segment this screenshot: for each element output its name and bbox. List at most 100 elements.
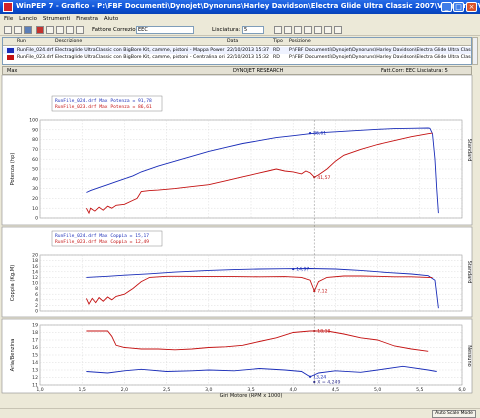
chart-1-icon[interactable]	[274, 26, 282, 34]
y-tick-label: 17	[32, 338, 38, 344]
annotation-label: X = 4,249	[317, 380, 340, 386]
annotation-label: 7,12	[317, 289, 327, 295]
print-icon[interactable]	[24, 26, 32, 34]
right-axis-label: Standard	[466, 139, 472, 162]
y-tick-label: 16	[32, 345, 38, 351]
table-row[interactable]: RunFile_024.drf Electraglide UltraClassi…	[3, 47, 471, 54]
y-tick-label: 10	[32, 281, 38, 287]
x-tick-label: 2,0	[121, 387, 128, 393]
y-tick-label: 30	[32, 186, 38, 192]
chart-6-icon[interactable]	[324, 26, 332, 34]
dyno-chart: 0102030405060708090100Potenza (hp)Standa…	[1, 75, 473, 399]
row-type: RD	[273, 55, 280, 60]
run-file-table: Run Descrizione Data Tipo Posizione RunF…	[2, 37, 472, 65]
x-tick-label: 1,5	[79, 387, 86, 393]
window-title: WinPEP 7 - Grafico - P:\FBF Documenti\Dy…	[16, 2, 480, 10]
x-tick-label: 5,5	[416, 387, 423, 393]
y-tick-label: 15	[32, 353, 38, 359]
chart-panel-3: 111213141516171819Aria/Benzina Nessuno18,…	[1, 318, 473, 399]
y-tick-label: 18	[32, 258, 38, 264]
smoothing-label: Lisciatura:	[212, 27, 241, 33]
legend-entry: RunFile_023.drf Max Potenza = 86,61	[55, 104, 152, 110]
smoothing-select[interactable]: 5	[242, 26, 264, 34]
y-tick-label: 0	[35, 309, 38, 315]
y-tick-label: 12	[32, 375, 38, 381]
y-tick-label: 8	[35, 286, 38, 292]
menu-bar: File Lancio Strumenti Finestra Aiuto	[0, 14, 480, 24]
open-icon[interactable]	[4, 26, 12, 34]
y-tick-label: 12	[32, 275, 38, 281]
annotation-label: 13,24	[313, 374, 326, 380]
run-icon[interactable]	[36, 26, 44, 34]
header-descrizione[interactable]: Descrizione	[55, 38, 115, 46]
save-icon[interactable]	[14, 26, 22, 34]
legend-entry: RunFile_024.drf Max Coppia = 15,17	[55, 233, 149, 239]
y-tick-label: 2	[35, 303, 38, 309]
y-tick-label: 13	[32, 368, 38, 374]
chart-2-icon[interactable]	[284, 26, 292, 34]
auto-scale-button[interactable]: Auto Scale Mode	[432, 410, 476, 418]
header-posizione[interactable]: Posizione	[289, 38, 349, 46]
annotation-marker	[308, 375, 312, 378]
chart-header: Max DYNOJET RESEARCH Fatt.Corr: EEC Lisc…	[2, 66, 472, 75]
y-tick-label: 10	[32, 206, 38, 212]
header-run[interactable]: Run	[17, 38, 53, 46]
close-button[interactable]: ×	[466, 2, 477, 12]
title-bar: WinPEP 7 - Grafico - P:\FBF Documenti\Dy…	[0, 0, 480, 14]
zoom-icon[interactable]	[56, 26, 64, 34]
y-axis-label: Aria/Benzina	[10, 339, 16, 372]
right-axis-label: Nessuno	[466, 345, 472, 366]
row-position: P:\FBF Documenti\Dynojet\Dynoruns\Harley…	[289, 48, 471, 53]
correction-select[interactable]: EEC	[136, 26, 194, 34]
table-header: Run Descrizione Data Tipo Posizione	[3, 38, 471, 46]
y-tick-label: 18	[32, 330, 38, 336]
annotation-label: 41,57	[317, 175, 330, 181]
y-tick-label: 70	[32, 147, 38, 153]
run-color-swatch	[7, 55, 14, 60]
menu-finestra[interactable]: Finestra	[76, 14, 98, 24]
y-tick-label: 14	[32, 269, 38, 275]
chart-7-icon[interactable]	[334, 26, 342, 34]
legend-entry: RunFile_023.drf Max Coppia = 12,49	[55, 239, 149, 245]
header-data[interactable]: Data	[227, 38, 257, 46]
y-tick-label: 90	[32, 127, 38, 133]
y-tick-label: 80	[32, 137, 38, 143]
row-date: 22/10/2013 15:32	[227, 55, 270, 60]
table-row[interactable]: RunFile_023.drf Electraglide UltraClassi…	[3, 54, 471, 61]
chart-header-right: Fatt.Corr: EEC Lisciatura: 5	[381, 68, 448, 74]
app-icon	[3, 2, 13, 12]
annotation-label: 14,97	[296, 267, 309, 273]
table-icon[interactable]	[76, 26, 84, 34]
row-date: 22/10/2013 15:37	[227, 48, 270, 53]
x-tick-label: 5,0	[374, 387, 381, 393]
status-bar: Auto Scale Mode	[0, 408, 480, 418]
menu-lancio[interactable]: Lancio	[19, 14, 37, 24]
row-description: Electraglide UltraClassic con BigBore Ki…	[55, 48, 225, 53]
y-tick-label: 19	[32, 323, 38, 329]
maximize-button[interactable]: □	[453, 2, 464, 12]
minimize-button[interactable]: _	[441, 2, 452, 12]
y-tick-label: 60	[32, 157, 38, 163]
chart-panel-1: 0 10 20 30 40 50 60 70 80 90 100 Potenza (hp) Standa…	[1, 75, 473, 226]
y-axis-label: Coppia (Kg.M)	[10, 265, 16, 302]
y-tick-label: 0	[35, 216, 38, 222]
graph-icon[interactable]	[46, 26, 54, 34]
y-tick-label: 50	[32, 167, 38, 173]
chart-header-left: Max	[7, 68, 18, 74]
x-axis-label: Giri Motore (RPM x 1000)	[220, 393, 283, 399]
y-tick-label: 6	[35, 292, 38, 298]
cursor-icon[interactable]	[66, 26, 74, 34]
menu-file[interactable]: File	[4, 14, 13, 24]
y-axis-label: Potenza (hp)	[10, 153, 16, 186]
row-type: RD	[273, 48, 280, 53]
chart-5-icon[interactable]	[314, 26, 322, 34]
chart-3-icon[interactable]	[294, 26, 302, 34]
x-tick-label: 3,0	[205, 387, 212, 393]
chart-header-center: DYNOJET RESEARCH	[233, 68, 284, 74]
y-tick-label: 40	[32, 176, 38, 182]
chart-4-icon[interactable]	[304, 26, 312, 34]
menu-strumenti[interactable]: Strumenti	[43, 14, 70, 24]
table-scrollbar[interactable]	[472, 37, 478, 65]
menu-aiuto[interactable]: Aiuto	[104, 14, 118, 24]
x-tick-label: 4,5	[332, 387, 339, 393]
